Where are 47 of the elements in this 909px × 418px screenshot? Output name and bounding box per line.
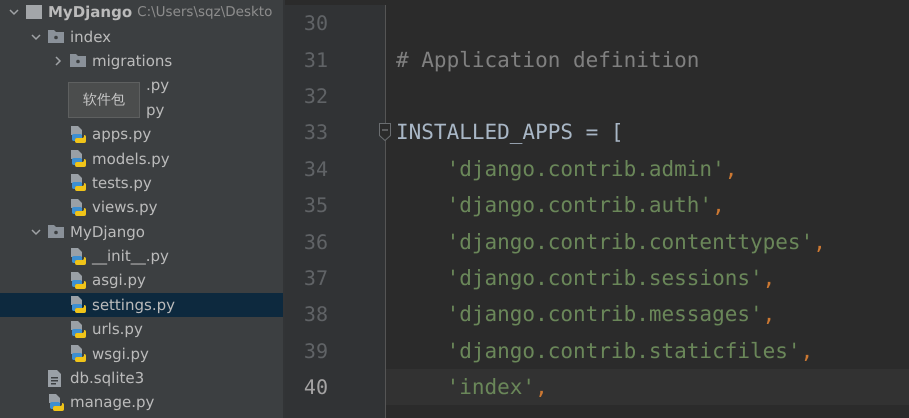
tree-item[interactable]: models.py xyxy=(92,150,170,168)
tree-item[interactable]: settings.py xyxy=(92,296,175,314)
tree-item[interactable]: asgi.py xyxy=(92,271,146,290)
code-token: , xyxy=(724,156,738,181)
code-token: , xyxy=(712,193,725,218)
tooltip: 软件包 xyxy=(68,82,140,118)
tree-item[interactable]: MyDjango xyxy=(48,3,132,22)
tree-item[interactable]: __init__.py xyxy=(92,247,169,266)
python-file-icon xyxy=(70,296,86,314)
tree-item[interactable]: .py xyxy=(146,76,170,94)
code-token: 'django.contrib.messages' xyxy=(446,302,763,326)
tree-item[interactable]: wsgi.py xyxy=(92,344,149,363)
line-number: 40 xyxy=(302,375,328,400)
code-token: , xyxy=(535,375,548,400)
code-token: 'django.contrib.auth' xyxy=(446,193,712,218)
python-file-icon xyxy=(70,126,86,143)
project-path: C:\Users\sqz\Deskto xyxy=(137,4,272,20)
code-token: 'django.contrib.admin' xyxy=(446,156,725,181)
code-token: , xyxy=(800,338,814,363)
code-token: 'index' xyxy=(446,375,536,400)
code-token: 'django.contrib.contenttypes' xyxy=(446,230,814,254)
python-file-icon xyxy=(70,320,86,338)
tree-item[interactable]: views.py xyxy=(92,198,158,216)
tree-item[interactable]: index xyxy=(70,28,112,46)
tree-item[interactable]: manage.py xyxy=(70,393,154,412)
code-token: 'django.contrib.staticfiles' xyxy=(446,338,801,363)
code-token: # Application definition xyxy=(396,48,700,72)
code-token: , xyxy=(762,266,776,290)
python-file-icon xyxy=(48,394,64,411)
tree-item[interactable]: db.sqlite3 xyxy=(70,369,144,388)
python-file-icon xyxy=(70,174,86,192)
python-file-icon xyxy=(70,345,86,362)
tree-item[interactable]: py xyxy=(146,100,164,119)
tree-item[interactable]: migrations xyxy=(92,52,172,70)
python-file-icon xyxy=(70,198,86,216)
code-token: 'django.contrib.sessions' xyxy=(446,266,763,290)
python-file-icon xyxy=(70,272,86,289)
tree-item[interactable]: apps.py xyxy=(92,125,152,144)
tree-item[interactable]: urls.py xyxy=(92,320,143,338)
code-token: , xyxy=(813,230,826,254)
tree-item[interactable]: MyDjango xyxy=(70,222,145,241)
python-file-icon xyxy=(70,248,86,265)
python-file-icon xyxy=(70,150,86,168)
code-token: INSTALLED_APPS = [ xyxy=(396,120,624,144)
text-file-icon xyxy=(48,370,61,387)
tree-item[interactable]: tests.py xyxy=(92,174,152,192)
code-token: , xyxy=(762,302,776,326)
